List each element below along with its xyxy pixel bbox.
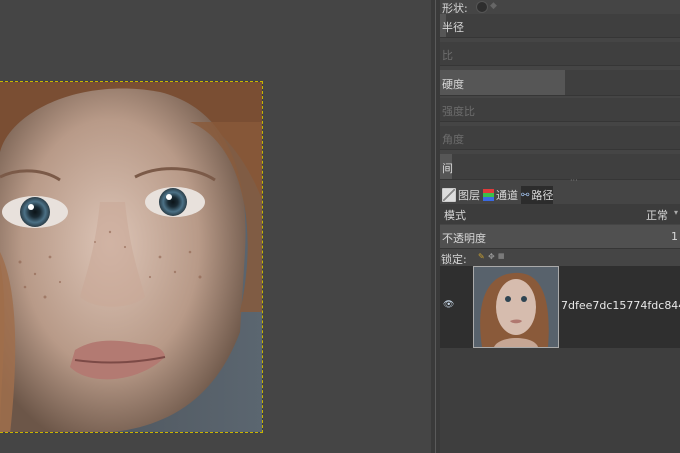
- tab-paths-label: 路径: [531, 189, 554, 202]
- hardness-label: 硬度: [442, 78, 464, 91]
- eye-icon[interactable]: 👁: [443, 300, 454, 310]
- opacity-label: 不透明度: [442, 232, 486, 245]
- mode-label: 模式: [444, 209, 466, 222]
- circle-shape-icon[interactable]: [476, 1, 488, 13]
- tab-paths[interactable]: ⚯ 路径: [521, 186, 554, 204]
- layer-thumbnail[interactable]: [473, 266, 559, 348]
- diamond-shape-icon[interactable]: ◆: [490, 1, 497, 11]
- layer-thumbnail-image: [474, 267, 558, 347]
- lock-label: 锁定:: [441, 253, 467, 266]
- tab-layers[interactable]: 图层: [442, 186, 480, 204]
- size-label: 半径: [442, 21, 464, 34]
- lock-position-icon[interactable]: ✥: [488, 252, 495, 261]
- spacing-label: 间: [442, 162, 453, 175]
- size-slider[interactable]: 半径: [440, 14, 680, 38]
- opacity-value: 1: [671, 230, 678, 243]
- force-label: 强度比: [442, 105, 475, 118]
- portrait-photo[interactable]: [0, 81, 263, 433]
- layer-name[interactable]: 7dfee7dc15774fdc844e9: [561, 299, 680, 312]
- mode-select[interactable]: 正常: [646, 207, 668, 223]
- aspect-label: 比: [442, 49, 453, 62]
- shape-row: 形状: ◆: [440, 0, 680, 15]
- angle-label: 角度: [442, 133, 464, 146]
- paths-icon: ⚯: [521, 189, 530, 201]
- tab-channels-label: 通道: [496, 189, 518, 202]
- layer-list: 👁 7dfee7dc15774fdc844e9: [440, 266, 680, 348]
- channels-icon: [483, 189, 494, 201]
- aspect-slider[interactable]: 比: [440, 42, 680, 66]
- force-slider[interactable]: 强度比: [440, 98, 680, 122]
- layer-list-empty-area: [440, 348, 680, 453]
- hardness-slider[interactable]: 硬度: [440, 70, 680, 96]
- lock-pixels-icon[interactable]: ✎: [478, 252, 485, 261]
- lock-alpha-icon[interactable]: ▦: [498, 252, 505, 260]
- angle-slider[interactable]: 角度: [440, 126, 680, 150]
- chevron-down-icon[interactable]: ▾: [674, 208, 678, 217]
- pane-splitter[interactable]: [431, 0, 440, 453]
- tab-layers-label: 图层: [458, 189, 480, 202]
- mode-row: 模式 正常 ▾: [440, 204, 680, 224]
- image-canvas[interactable]: [0, 0, 431, 453]
- tab-channels[interactable]: 通道: [483, 186, 518, 204]
- dock-panel: 形状: ◆ 半径 比 硬度 强度比 角度 间 ··· 图层 通道 ⚯ 路径 模式…: [440, 0, 680, 453]
- layer-row[interactable]: 👁 7dfee7dc15774fdc844e9: [440, 266, 680, 348]
- opacity-slider[interactable]: 不透明度 1: [440, 225, 680, 249]
- splitter-grip: [435, 0, 436, 453]
- layers-icon: [442, 188, 456, 202]
- spacing-slider[interactable]: 间: [440, 154, 680, 180]
- portrait-image: [0, 82, 262, 432]
- drag-handle-icon[interactable]: ···: [570, 176, 578, 185]
- lock-row: 锁定: ✎ ✥ ▦: [440, 250, 680, 266]
